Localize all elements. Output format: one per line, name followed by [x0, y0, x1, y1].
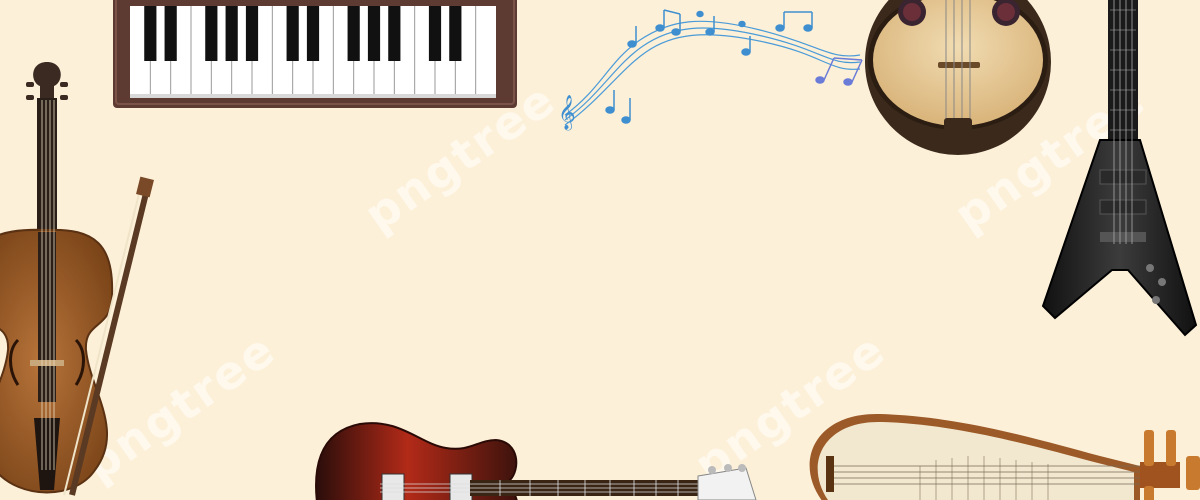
black-key: [367, 6, 381, 61]
black-key: [245, 6, 259, 61]
black-key: [205, 6, 218, 61]
black-key: [347, 6, 360, 61]
black-key: [449, 6, 462, 61]
black-key: [144, 6, 157, 61]
black-key: [428, 6, 442, 61]
electric-guitar-icon: [315, 422, 757, 500]
instruments-layer: 𝄞: [0, 0, 1200, 500]
violin-with-bow-icon: [0, 62, 154, 496]
banner-canvas: pngtree pngtree pngtree pngtree 𝄞: [0, 0, 1200, 500]
ruan-lute-icon: [865, 0, 1051, 155]
pipa-lute-icon: [809, 413, 1200, 500]
black-key: [164, 6, 177, 61]
black-key: [225, 6, 238, 61]
black-key: [388, 6, 401, 61]
electric-flying-v-guitar-icon: [1041, 0, 1198, 337]
svg-text:𝄞: 𝄞: [558, 95, 576, 131]
black-key: [306, 6, 320, 61]
black-key: [286, 6, 299, 61]
piano-keyboard-icon: [113, 0, 517, 108]
music-notes-icon: 𝄞: [558, 9, 863, 131]
